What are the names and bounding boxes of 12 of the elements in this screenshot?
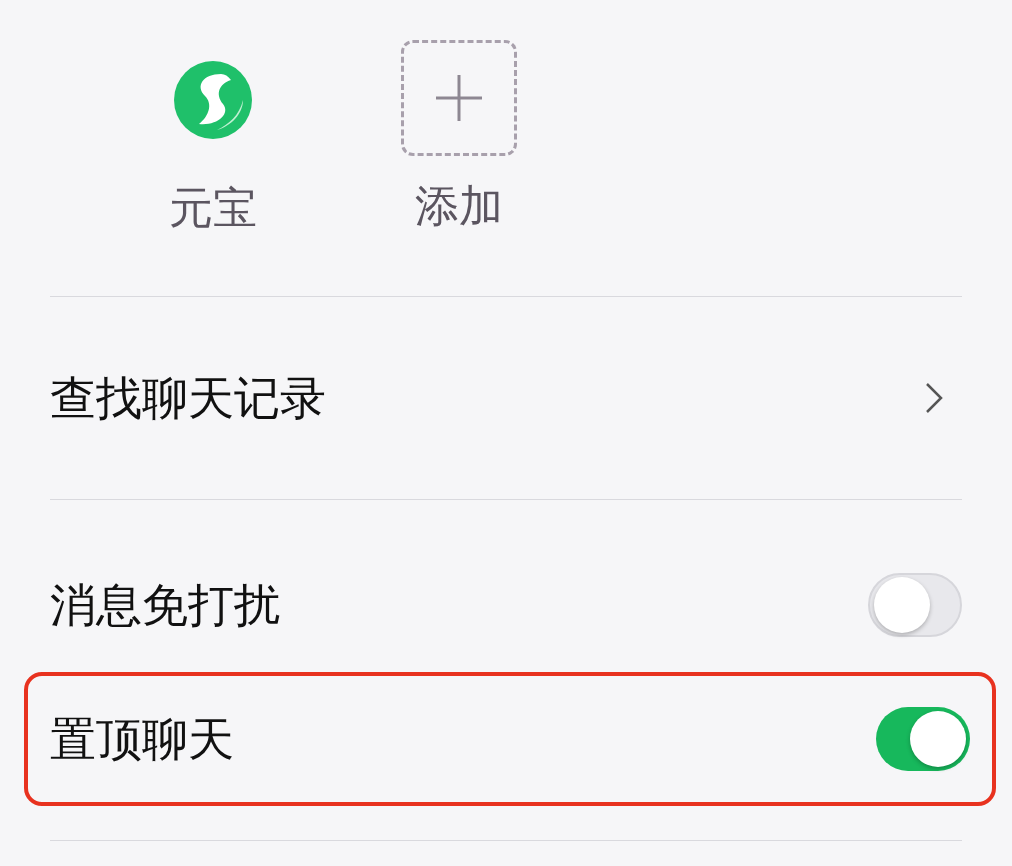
add-member-button[interactable]: [401, 40, 517, 156]
row-label: 置顶聊天: [50, 711, 234, 767]
settings-row[interactable]: 查找聊天记录: [50, 297, 962, 500]
member-name: 元宝: [169, 182, 257, 234]
highlighted-row[interactable]: 置顶聊天: [28, 676, 992, 802]
chevron-right-icon: [924, 381, 944, 415]
row-label: 消息免打扰: [50, 577, 280, 633]
settings-row[interactable]: 消息免打扰: [50, 536, 962, 674]
avatar-icon[interactable]: [173, 60, 253, 140]
row-label: 查找聊天记录: [50, 370, 326, 426]
member-name: 添加: [415, 180, 503, 232]
plus-icon: [434, 73, 484, 123]
